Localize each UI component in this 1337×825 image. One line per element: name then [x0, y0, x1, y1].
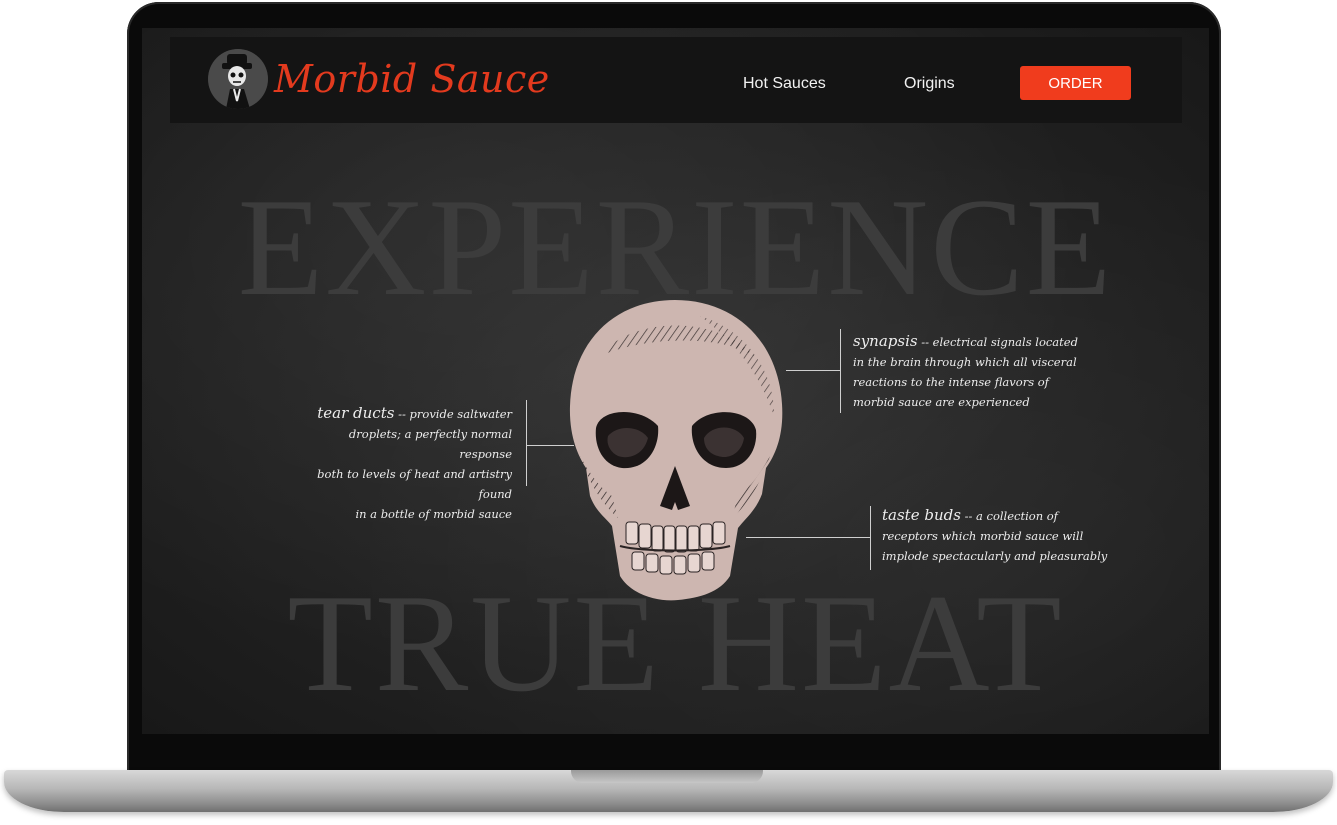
- annotation-separator: --: [964, 509, 973, 523]
- taste-buds-connector: [746, 537, 870, 538]
- synapsis-connector: [786, 370, 840, 371]
- annotation-line: in the brain through which all visceral: [853, 355, 1077, 369]
- navbar: Morbid Sauce Hot Sauces Origins ORDER: [170, 37, 1182, 123]
- annotation-line: implode spectacularly and pleasurably: [882, 549, 1108, 563]
- annotation-line: reactions to the intense flavors of: [853, 375, 1049, 389]
- tear-ducts-bracket: [526, 400, 527, 486]
- brand-name[interactable]: Morbid Sauce: [274, 57, 550, 101]
- skull-illustration: [569, 300, 783, 601]
- skeleton-in-hat-icon[interactable]: [208, 49, 268, 109]
- laptop-notch: [571, 770, 763, 783]
- synapsis-bracket: [840, 329, 841, 413]
- annotation-taste-buds: taste buds -- a collection of receptors …: [882, 505, 1112, 566]
- nav-hot-sauces[interactable]: Hot Sauces: [743, 75, 826, 93]
- annotation-separator: --: [921, 335, 930, 349]
- annotation-line: in a bottle of morbid sauce: [355, 507, 512, 521]
- annotation-line: both to levels of heat and artistry foun…: [317, 467, 512, 501]
- order-button[interactable]: ORDER: [1020, 66, 1131, 100]
- annotation-line: electrical signals located: [932, 335, 1078, 349]
- annotation-line: provide saltwater: [409, 407, 512, 421]
- annotation-line: receptors which morbid sauce will: [882, 529, 1084, 543]
- annotation-separator: --: [398, 407, 406, 421]
- taste-buds-bracket: [870, 506, 871, 570]
- annotation-line: morbid sauce are experienced: [853, 395, 1030, 409]
- annotation-tear-ducts: tear ducts -- provide saltwater droplets…: [302, 403, 512, 524]
- annotation-synapsis: synapsis -- electrical signals located i…: [853, 331, 1083, 412]
- website-screen: EXPERIENCE TRUE HEAT Morbid Sauce Hot Sa…: [142, 28, 1209, 734]
- annotation-term: taste buds: [882, 506, 961, 524]
- tear-ducts-connector: [526, 445, 574, 446]
- nav-origins[interactable]: Origins: [904, 75, 955, 93]
- annotation-line: a collection of: [976, 509, 1058, 523]
- annotation-term: tear ducts: [317, 404, 395, 422]
- annotation-line: droplets; a perfectly normal response: [348, 427, 512, 461]
- annotation-term: synapsis: [853, 332, 918, 350]
